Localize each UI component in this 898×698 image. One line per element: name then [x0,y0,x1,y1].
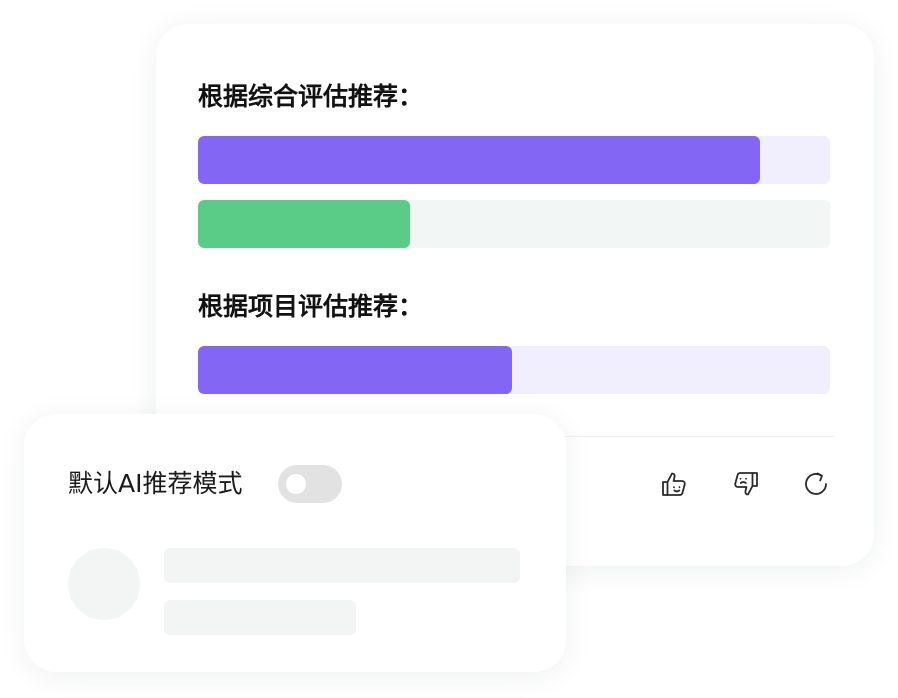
project-bar-1-fill [198,346,513,394]
overall-bar-2 [198,200,830,248]
refresh-icon[interactable] [800,468,832,500]
overall-bar-2-fill [198,200,410,248]
text-line-placeholder [164,548,520,583]
ai-settings-card: 默认AI推荐模式 [24,414,566,672]
toggle-knob [286,474,306,494]
default-ai-mode-toggle[interactable] [278,465,342,503]
project-bar-1 [198,346,830,394]
default-ai-mode-label: 默认AI推荐模式 [68,469,243,498]
thumbs-up-icon[interactable] [658,468,690,500]
overall-bar-1-fill [198,136,761,184]
overall-bar-1 [198,136,830,184]
avatar-placeholder [68,548,140,620]
thumbs-down-icon[interactable] [730,468,762,500]
text-line-placeholder-short [164,600,356,635]
overall-recommendation-title: 根据综合评估推荐： [198,82,424,111]
project-recommendation-title: 根据项目评估推荐： [198,292,424,321]
